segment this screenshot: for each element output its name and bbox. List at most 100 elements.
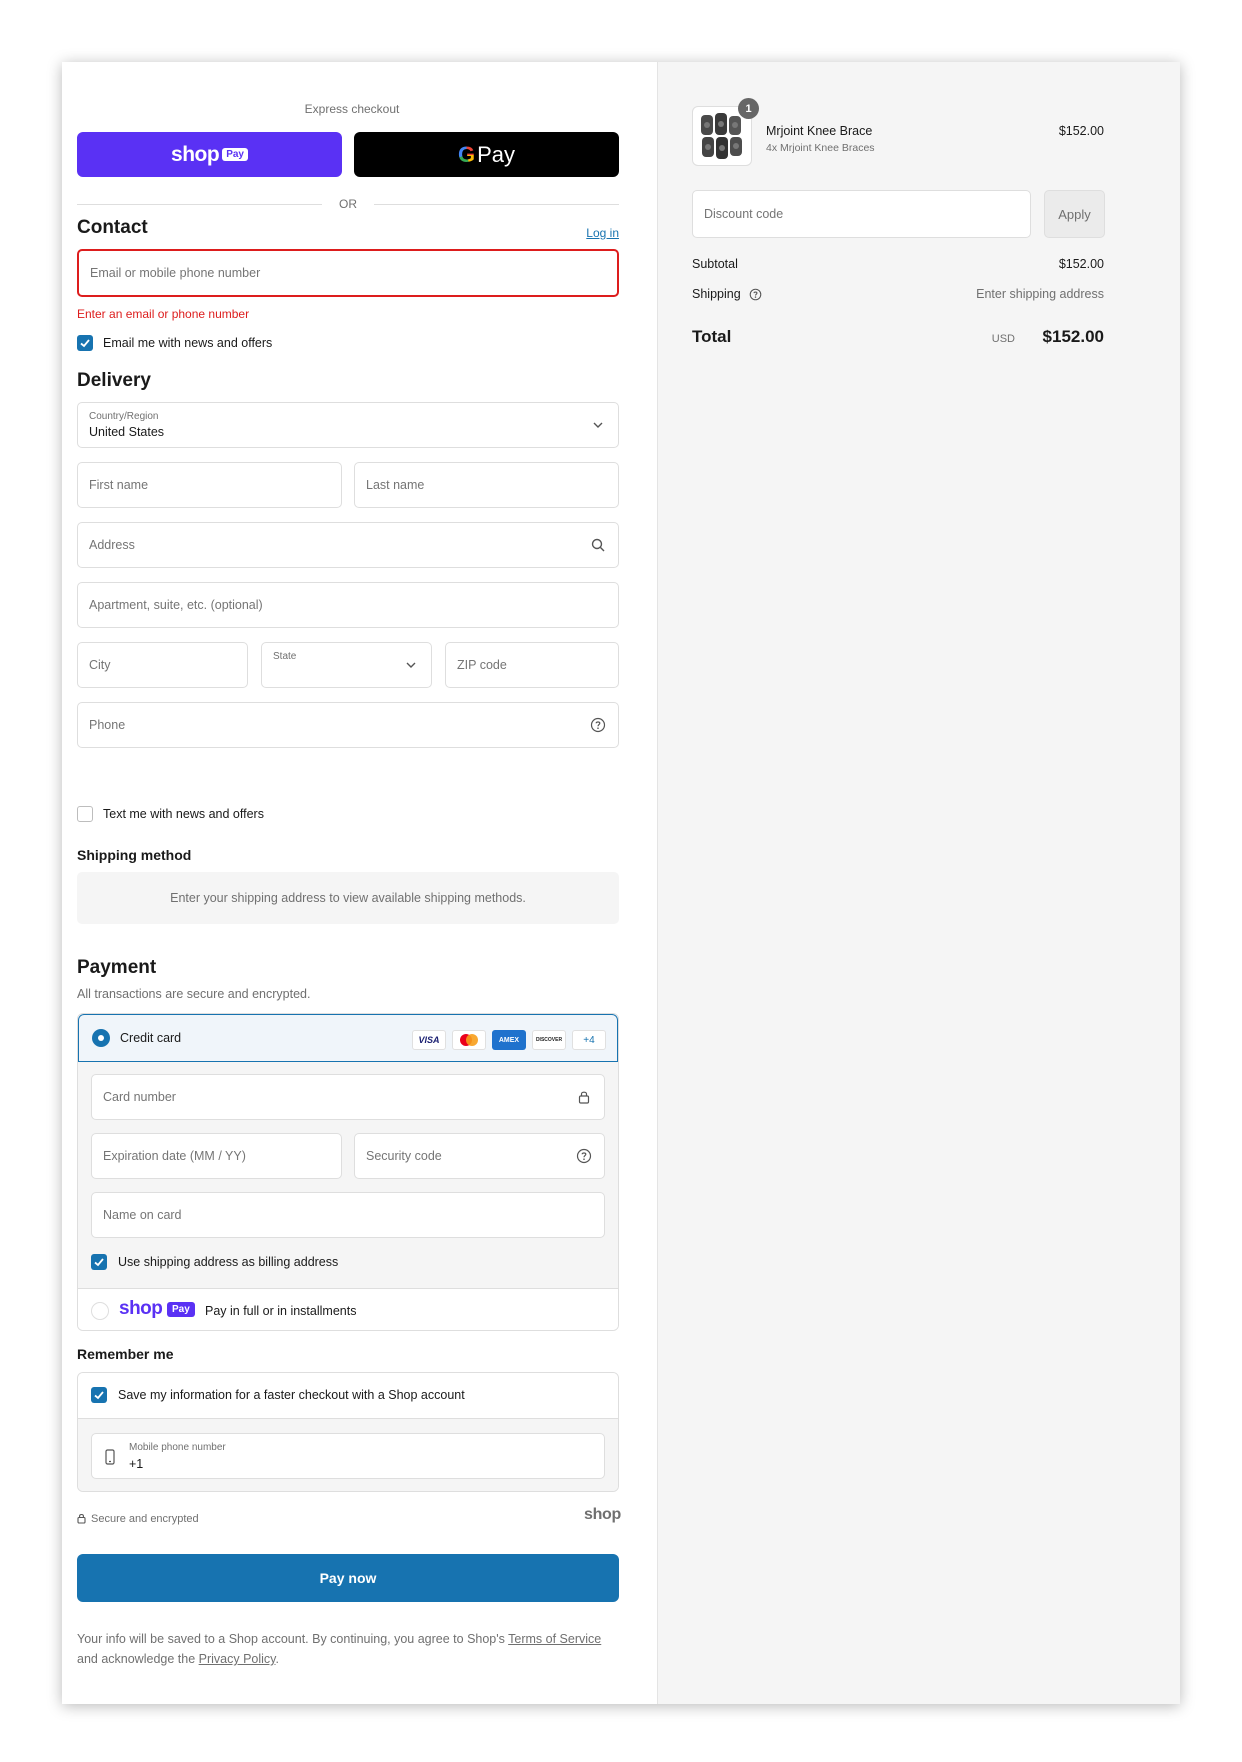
chevron-down-icon bbox=[406, 662, 416, 668]
legal-text: Your info will be saved to a Shop accoun… bbox=[77, 1629, 622, 1669]
country-select[interactable]: Country/Region United States bbox=[77, 402, 619, 448]
address-field[interactable] bbox=[77, 522, 619, 568]
discover-icon: DISCOVER bbox=[532, 1030, 566, 1050]
name-on-card-input[interactable] bbox=[92, 1193, 604, 1237]
checkout-form-column: Express checkout shop Pay G Pay OR Conta… bbox=[62, 62, 657, 1704]
log-in-link[interactable]: Log in bbox=[586, 226, 619, 240]
quantity-badge: 1 bbox=[738, 98, 759, 119]
apartment-input[interactable] bbox=[78, 583, 618, 627]
country-value: United States bbox=[89, 425, 165, 439]
state-label: State bbox=[273, 651, 297, 662]
discount-code-input[interactable] bbox=[693, 191, 1030, 237]
or-label: OR bbox=[339, 197, 357, 211]
checkmark-icon bbox=[94, 1391, 104, 1400]
secure-encrypted-label: Secure and encrypted bbox=[91, 1513, 199, 1525]
email-marketing-checkbox[interactable] bbox=[77, 335, 93, 351]
card-number-input[interactable] bbox=[92, 1075, 604, 1119]
terms-of-service-link[interactable]: Terms of Service bbox=[508, 1632, 601, 1646]
credit-card-label: Credit card bbox=[120, 1031, 182, 1045]
shop-pay-express-button[interactable]: shop Pay bbox=[77, 132, 342, 177]
first-name-input[interactable] bbox=[78, 463, 341, 507]
checkmark-icon bbox=[94, 1258, 104, 1267]
delivery-heading: Delivery bbox=[77, 370, 151, 391]
shop-logo: shop bbox=[583, 1506, 621, 1523]
help-circle-icon[interactable] bbox=[576, 1148, 592, 1164]
shop-pay-logo-word: shop bbox=[171, 142, 220, 166]
pay-now-button[interactable]: Pay now bbox=[77, 1554, 619, 1602]
product-price: $152.00 bbox=[1058, 124, 1104, 138]
lock-icon bbox=[77, 1513, 86, 1524]
shipping-method-notice: Enter your shipping address to view avai… bbox=[77, 872, 619, 924]
mobile-number-value: +1 bbox=[129, 1457, 144, 1471]
privacy-policy-link[interactable]: Privacy Policy bbox=[199, 1652, 276, 1666]
total-currency: USD bbox=[991, 333, 1015, 345]
apartment-field[interactable] bbox=[77, 582, 619, 628]
shop-pay-logo-pill: Pay bbox=[167, 1302, 195, 1317]
google-pay-express-button[interactable]: G Pay bbox=[354, 132, 619, 177]
checkmark-icon bbox=[80, 339, 90, 348]
first-name-field[interactable] bbox=[77, 462, 342, 508]
product-thumbnail: 1 bbox=[692, 98, 759, 166]
last-name-input[interactable] bbox=[355, 463, 618, 507]
amex-icon: AMEX bbox=[492, 1030, 526, 1050]
save-info-label: Save my information for a faster checkou… bbox=[118, 1388, 465, 1402]
name-on-card-field[interactable] bbox=[91, 1192, 605, 1238]
phone-field[interactable] bbox=[77, 702, 619, 748]
or-divider: OR bbox=[77, 196, 619, 212]
card-details-area: Use shipping address as billing address bbox=[78, 1062, 618, 1288]
checkout-page: Express checkout shop Pay G Pay OR Conta… bbox=[62, 62, 1180, 1704]
card-number-field[interactable] bbox=[91, 1074, 605, 1120]
email-marketing-label: Email me with news and offers bbox=[103, 336, 273, 350]
shipping-method-heading: Shipping method bbox=[77, 847, 192, 863]
total-label: Total bbox=[692, 327, 732, 346]
expiration-field[interactable] bbox=[91, 1133, 342, 1179]
credit-card-option[interactable]: Credit card VISA AMEX DISCOVER +4 bbox=[78, 1014, 618, 1062]
subtotal-label: Subtotal bbox=[692, 257, 738, 271]
email-input[interactable] bbox=[79, 251, 617, 295]
help-circle-icon[interactable] bbox=[749, 288, 762, 301]
security-code-field[interactable] bbox=[354, 1133, 605, 1179]
sms-marketing-label: Text me with news and offers bbox=[103, 807, 264, 821]
shipping-label: Shipping bbox=[692, 287, 741, 301]
save-info-row: Save my information for a faster checkou… bbox=[78, 1373, 618, 1419]
mobile-number-area: Mobile phone number +1 bbox=[78, 1419, 618, 1491]
order-summary-column: 1 Mrjoint Knee Brace 4x Mrjoint Knee Bra… bbox=[657, 62, 1180, 1704]
payment-heading: Payment bbox=[77, 957, 157, 978]
shipping-value: Enter shipping address bbox=[976, 287, 1104, 301]
shop-pay-radio[interactable] bbox=[91, 1302, 109, 1320]
more-brands-badge: +4 bbox=[572, 1030, 606, 1050]
address-input[interactable] bbox=[78, 523, 618, 567]
city-input[interactable] bbox=[78, 643, 247, 687]
apply-discount-button[interactable]: Apply bbox=[1044, 190, 1105, 238]
phone-input[interactable] bbox=[78, 703, 618, 747]
email-field[interactable] bbox=[77, 249, 619, 297]
shop-pay-option[interactable]: shop Pay Pay in full or in installments bbox=[78, 1288, 618, 1330]
discount-code-field[interactable] bbox=[692, 190, 1031, 238]
total-value: $152.00 bbox=[1042, 327, 1104, 346]
google-g-icon: G bbox=[457, 141, 476, 167]
remember-me-heading: Remember me bbox=[77, 1346, 174, 1362]
billing-same-checkbox[interactable] bbox=[91, 1254, 107, 1270]
save-info-checkbox[interactable] bbox=[91, 1387, 107, 1403]
billing-same-label: Use shipping address as billing address bbox=[118, 1255, 339, 1269]
credit-card-radio[interactable] bbox=[92, 1029, 110, 1047]
help-circle-icon[interactable] bbox=[590, 717, 606, 733]
google-pay-word: Pay bbox=[477, 141, 516, 167]
country-label: Country/Region bbox=[89, 411, 159, 422]
mobile-phone-icon bbox=[105, 1449, 115, 1465]
mobile-number-field[interactable]: Mobile phone number +1 bbox=[91, 1433, 605, 1479]
shop-pay-logo-word: shop bbox=[119, 1298, 163, 1319]
sms-marketing-checkbox[interactable] bbox=[77, 806, 93, 822]
mobile-number-label: Mobile phone number bbox=[129, 1442, 226, 1453]
expiration-input[interactable] bbox=[92, 1134, 341, 1178]
state-select[interactable]: State bbox=[261, 642, 432, 688]
last-name-field[interactable] bbox=[354, 462, 619, 508]
legal-text-part-2: and acknowledge the bbox=[77, 1652, 199, 1666]
zip-input[interactable] bbox=[446, 643, 618, 687]
security-code-input[interactable] bbox=[355, 1134, 604, 1178]
visa-icon: VISA bbox=[412, 1030, 446, 1050]
zip-field[interactable] bbox=[445, 642, 619, 688]
city-field[interactable] bbox=[77, 642, 248, 688]
subtotal-value: $152.00 bbox=[1058, 257, 1104, 271]
chevron-down-icon bbox=[593, 422, 603, 428]
